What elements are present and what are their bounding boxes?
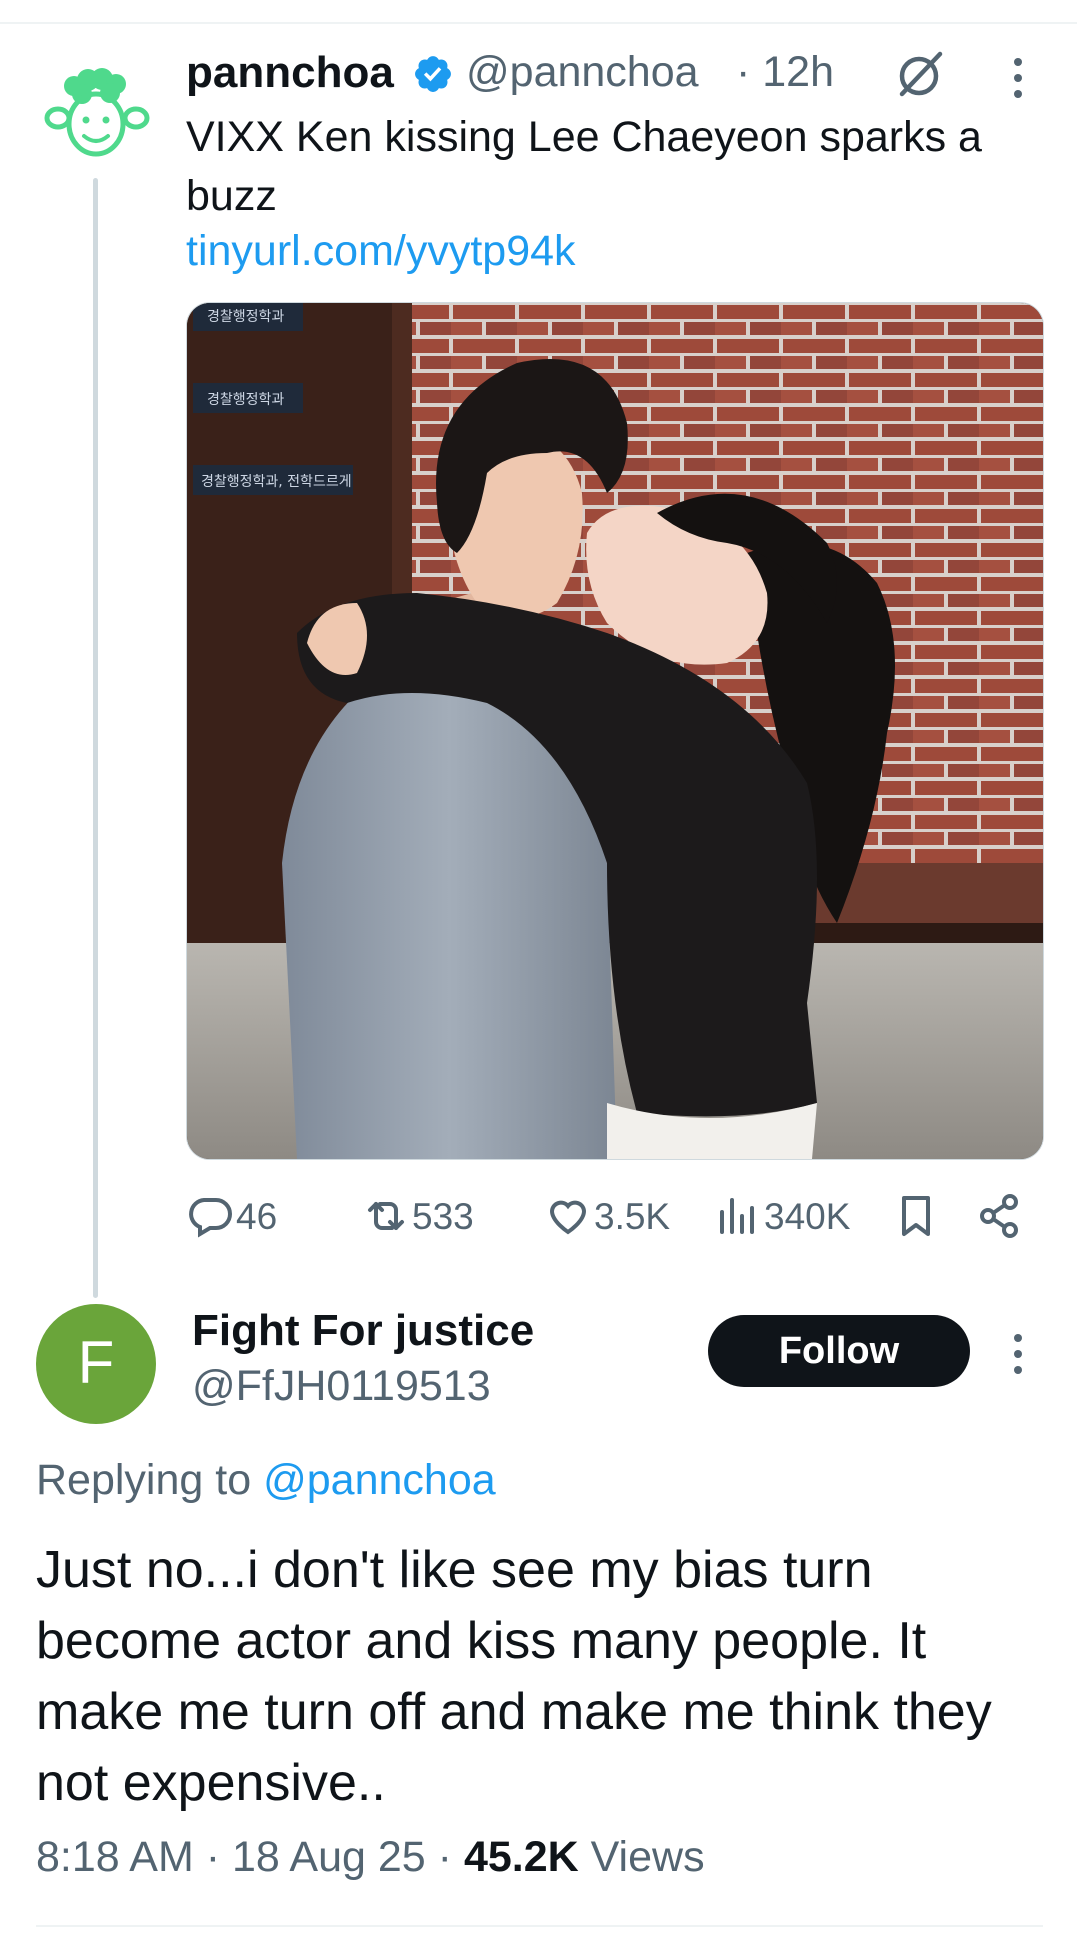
repost-icon[interactable] <box>362 1192 410 1240</box>
reply-display-name[interactable]: Fight For justice <box>192 1306 534 1356</box>
reply-icon[interactable] <box>186 1192 234 1240</box>
like-count: 3.5K <box>594 1196 671 1237</box>
media-sign-3: 경찰행정학과, 전학드르게 <box>201 474 352 490</box>
pannchoa-avatar[interactable] <box>44 68 152 164</box>
more-options-icon[interactable] <box>1006 54 1030 102</box>
reply-time[interactable]: 8:18 AM <box>36 1833 194 1881</box>
reply-more-options-icon[interactable] <box>1006 1330 1030 1378</box>
share-icon[interactable] <box>976 1192 1024 1240</box>
reply-views-count: 45.2K <box>463 1833 579 1881</box>
tweet-media-photo[interactable]: 경찰행정학과 경찰행정학과 경찰행정학과, 전학드르게 <box>186 302 1044 1160</box>
kiss-photo: 경찰행정학과 경찰행정학과 경찰행정학과, 전학드르게 <box>187 303 1043 1159</box>
replying-to-line: Replying to @pannchoa <box>36 1456 496 1505</box>
original-tweet-link[interactable]: tinyurl.com/yvytp94k <box>186 227 576 276</box>
media-sign-2: 경찰행정학과 <box>207 392 284 408</box>
original-handle[interactable]: @pannchoa <box>466 48 699 97</box>
views-analytics-icon[interactable] <box>712 1192 760 1240</box>
reply-date[interactable]: 18 Aug 25 <box>232 1833 426 1881</box>
original-tweet-text: VIXX Ken kissing Lee Chaeyeon sparks a b… <box>186 113 982 220</box>
avatar-hair <box>64 68 126 104</box>
view-count: 340K <box>764 1196 851 1237</box>
replying-to-mention[interactable]: @pannchoa <box>263 1456 496 1504</box>
meta-separator-2: · <box>437 1833 452 1881</box>
reply-avatar-letter: F <box>77 1329 115 1396</box>
grok-icon[interactable] <box>894 48 948 102</box>
bookmark-icon[interactable] <box>892 1192 940 1240</box>
original-timestamp[interactable]: · 12h <box>736 48 834 97</box>
reply-meta: 8:18 AM · 18 Aug 25 · 45.2K Views <box>36 1833 705 1882</box>
bottom-divider <box>36 1925 1043 1927</box>
repost-count: 533 <box>412 1196 474 1237</box>
replying-to-label: Replying to <box>36 1456 252 1504</box>
thread-line <box>93 178 98 1298</box>
reply-text: Just no...i don't like see my bias turn … <box>36 1541 992 1812</box>
reply-handle[interactable]: @FfJH0119513 <box>192 1362 491 1411</box>
meta-separator-1: · <box>205 1833 221 1881</box>
original-display-name[interactable]: pannchoa <box>186 48 394 98</box>
follow-button[interactable]: Follow <box>708 1315 970 1387</box>
top-divider <box>0 22 1077 24</box>
like-heart-icon[interactable] <box>544 1192 592 1240</box>
verified-badge-icon <box>415 56 451 92</box>
reply-count: 46 <box>236 1196 278 1237</box>
reply-views-label: Views <box>590 1833 705 1881</box>
media-sign-1: 경찰행정학과 <box>207 309 284 325</box>
